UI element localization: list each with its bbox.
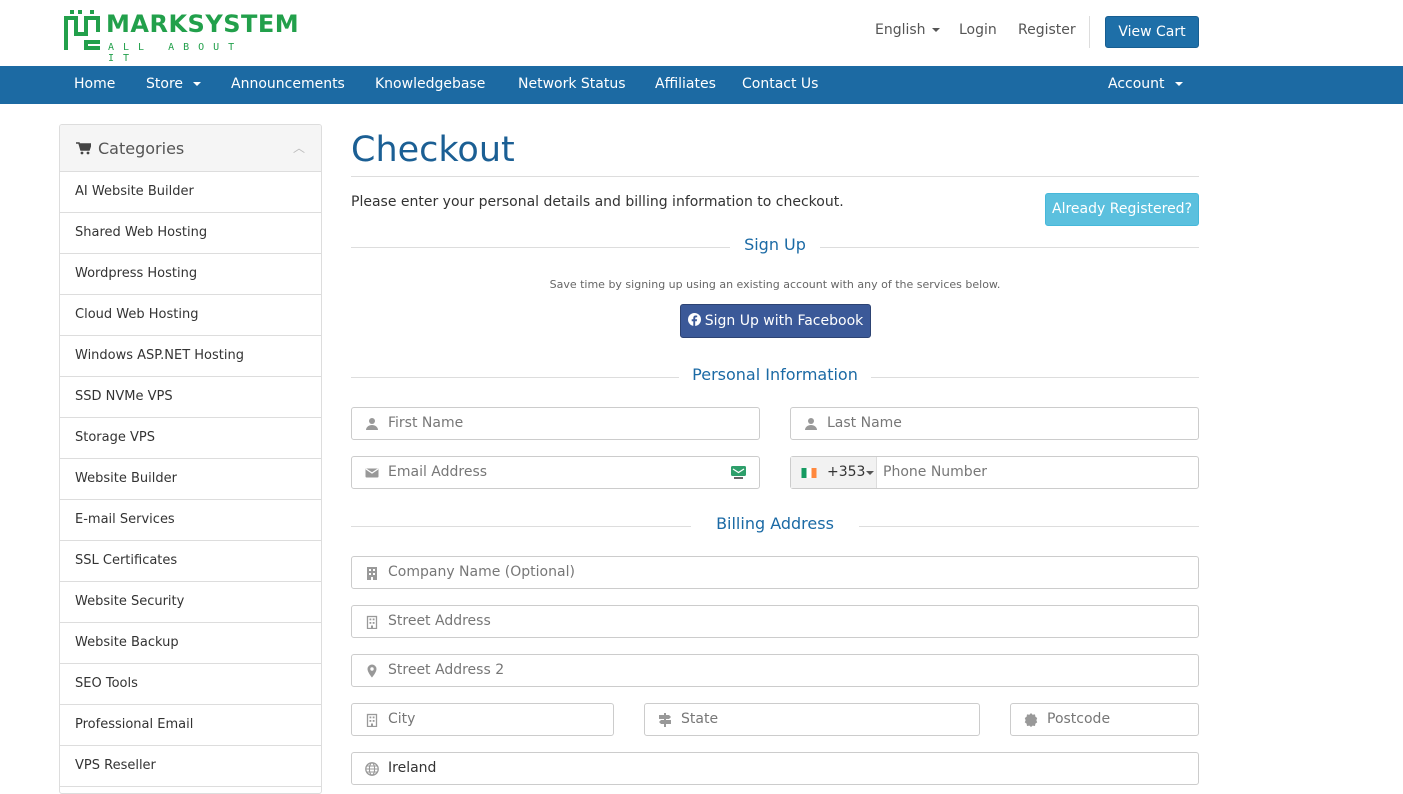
email-placeholder: Email Address — [388, 464, 488, 480]
sidebar-item[interactable]: Professional Email — [60, 705, 321, 746]
phone-country-code: +353 — [827, 464, 866, 480]
certificate-icon — [1024, 713, 1038, 727]
intro-text: Please enter your personal details and b… — [351, 194, 844, 210]
phone-field[interactable]: +353 Phone Number — [790, 456, 1199, 489]
signpost-icon — [659, 713, 671, 727]
sidebar-item[interactable]: Windows ASP.NET Hosting — [60, 336, 321, 377]
sidebar-item[interactable]: SSL Certificates — [60, 541, 321, 582]
sidebar-item[interactable]: Wordpress Hosting — [60, 254, 321, 295]
signup-heading: Sign Up — [744, 235, 806, 254]
main-navbar: Home Store Announcements Knowledgebase N… — [0, 66, 1403, 104]
first-name-placeholder: First Name — [388, 415, 464, 431]
sidebar-item[interactable]: Website Builder — [60, 459, 321, 500]
user-icon — [366, 418, 378, 430]
street-address-2-field[interactable]: Street Address 2 — [351, 654, 1199, 687]
nav-affiliates[interactable]: Affiliates — [655, 76, 716, 92]
language-dropdown[interactable]: English — [875, 22, 940, 38]
map-marker-icon — [367, 664, 377, 678]
postcode-placeholder: Postcode — [1047, 711, 1111, 727]
nav-home[interactable]: Home — [74, 76, 115, 92]
last-name-field[interactable]: Last Name — [790, 407, 1199, 440]
nav-contact-us[interactable]: Contact Us — [742, 76, 818, 92]
nav-store-label: Store — [146, 76, 184, 92]
first-name-field[interactable]: First Name — [351, 407, 760, 440]
nav-network-status[interactable]: Network Status — [518, 76, 626, 92]
building-icon — [367, 567, 377, 580]
personal-section-heading: Personal Information — [351, 365, 1199, 389]
sidebar-item[interactable]: Website Backup — [60, 623, 321, 664]
facebook-signup-label: Sign Up with Facebook — [704, 313, 864, 329]
caret-down-icon — [1174, 82, 1183, 86]
city-field[interactable]: City — [351, 703, 614, 736]
envelope-icon — [365, 468, 379, 478]
globe-icon — [365, 762, 379, 776]
city-placeholder: City — [388, 711, 416, 727]
sidebar-item[interactable]: Storage VPS — [60, 418, 321, 459]
sidebar-item[interactable]: VPS Reseller — [60, 746, 321, 787]
already-registered-button[interactable]: Already Registered? — [1045, 193, 1199, 226]
email-autofill-icon[interactable] — [731, 466, 746, 479]
nav-account[interactable]: Account — [1108, 76, 1183, 92]
divider — [1089, 16, 1090, 48]
top-header: MARKSYSTEM ALL ABOUT IT English Login Re… — [0, 0, 1403, 66]
company-placeholder: Company Name (Optional) — [388, 564, 575, 580]
country-code-selector[interactable]: +353 — [791, 457, 877, 488]
sidebar-item[interactable]: SSD NVMe VPS — [60, 377, 321, 418]
sidebar-item[interactable]: Cloud Web Hosting — [60, 295, 321, 336]
building-outline-icon — [366, 713, 378, 727]
state-field[interactable]: State — [644, 703, 980, 736]
email-field[interactable]: Email Address — [351, 456, 760, 489]
phone-placeholder: Phone Number — [883, 464, 988, 480]
sidebar-item[interactable]: E-mail Services — [60, 500, 321, 541]
signup-section-heading: Sign Up — [351, 235, 1199, 259]
nav-account-label: Account — [1108, 76, 1165, 92]
user-icon — [805, 418, 817, 430]
logo-tagline: ALL ABOUT IT — [108, 42, 244, 64]
logo-wordmark: MARKSYSTEM — [106, 10, 300, 38]
shopping-cart-icon — [76, 142, 91, 155]
street-address-placeholder: Street Address — [388, 613, 491, 629]
site-logo[interactable]: MARKSYSTEM ALL ABOUT IT — [62, 8, 299, 64]
facebook-signup-button[interactable]: Sign Up with Facebook — [680, 304, 871, 338]
categories-header[interactable]: Categories ︿ — [60, 125, 321, 172]
last-name-placeholder: Last Name — [827, 415, 902, 431]
billing-section-heading: Billing Address — [351, 514, 1199, 538]
nav-knowledgebase[interactable]: Knowledgebase — [375, 76, 485, 92]
view-cart-button[interactable]: View Cart — [1105, 16, 1199, 48]
caret-down-icon — [193, 82, 202, 86]
postcode-field[interactable]: Postcode — [1010, 703, 1199, 736]
sidebar-item[interactable]: AI Website Builder — [60, 172, 321, 213]
login-link[interactable]: Login — [959, 22, 997, 38]
signup-note: Save time by signing up using an existin… — [549, 278, 1001, 291]
sidebar-item[interactable]: Website Security — [60, 582, 321, 623]
register-link[interactable]: Register — [1018, 22, 1076, 38]
caret-down-icon — [866, 471, 874, 475]
sidebar-item[interactable]: Shared Web Hosting — [60, 213, 321, 254]
language-label: English — [875, 22, 926, 38]
chevron-up-icon[interactable]: ︿ — [293, 139, 305, 156]
building-outline-icon — [366, 615, 378, 629]
categories-title: Categories — [98, 139, 185, 158]
country-value: Ireland — [388, 760, 437, 776]
personal-heading: Personal Information — [692, 365, 858, 384]
street-address-field[interactable]: Street Address — [351, 605, 1199, 638]
billing-heading: Billing Address — [716, 514, 834, 533]
street-address-2-placeholder: Street Address 2 — [388, 662, 505, 678]
categories-panel: Categories ︿ AI Website Builder Shared W… — [59, 124, 322, 794]
nav-store[interactable]: Store — [146, 76, 202, 92]
country-select[interactable]: Ireland — [351, 752, 1199, 785]
company-field[interactable]: Company Name (Optional) — [351, 556, 1199, 589]
title-divider — [351, 176, 1199, 177]
ireland-flag-icon — [801, 468, 817, 478]
nav-announcements[interactable]: Announcements — [231, 76, 345, 92]
page-title: Checkout — [351, 130, 515, 170]
state-placeholder: State — [681, 711, 719, 727]
sidebar-item[interactable]: SEO Tools — [60, 664, 321, 705]
caret-down-icon — [931, 28, 940, 32]
facebook-icon — [687, 313, 701, 326]
logo-mark-icon — [64, 10, 100, 50]
